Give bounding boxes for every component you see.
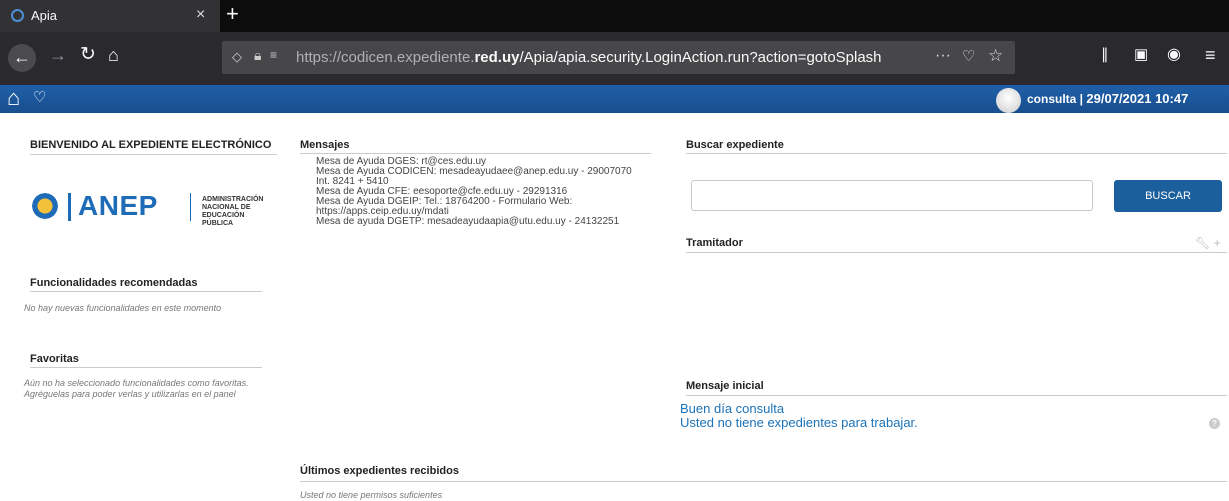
welcome-title: BIENVENIDO AL EXPEDIENTE ELECTRÓNICO — [30, 139, 272, 151]
permissions-icon[interactable]: ≡ — [270, 48, 277, 62]
tracking-shield-icon[interactable]: ◇ — [232, 49, 242, 65]
forward-button[interactable]: → — [49, 45, 67, 65]
buscar-button[interactable]: BUSCAR — [1114, 180, 1222, 212]
divider — [30, 154, 277, 155]
buscar-title: Buscar expediente — [686, 139, 784, 151]
url-text[interactable]: https://codicen.expediente.red.uy/Apia/a… — [296, 49, 882, 66]
browser-toolbar: ← → ↻ ⌂ ◇ 🔒︎ ≡ https://codicen.expedient… — [0, 32, 1229, 85]
bookmark-star-icon[interactable]: ☆ — [988, 46, 1003, 66]
anep-logo: ANEP ADMINISTRACIÓN NACIONAL DE EDUCACIÓ… — [30, 187, 264, 227]
apia-favicon-icon — [11, 9, 24, 22]
help-icon[interactable]: ? — [1209, 418, 1220, 429]
search-expediente-input[interactable] — [691, 180, 1093, 211]
account-icon[interactable]: ◉ — [1167, 45, 1181, 65]
divider — [300, 481, 1227, 482]
tab-title: Apia — [31, 8, 58, 23]
tramitador-tools-icon[interactable]: 🔧︎ + — [1195, 236, 1221, 250]
url-domain: red.uy — [474, 49, 520, 66]
sidebar-icon[interactable]: ▣ — [1134, 45, 1148, 65]
func-title: Funcionalidades recomendadas — [30, 277, 198, 289]
logo-subtitle: ADMINISTRACIÓN NACIONAL DE EDUCACIÓN PÚB… — [202, 196, 264, 227]
app-header: ⌂ ♡ consulta | 29/07/2021 10:47 — [0, 85, 1229, 113]
logo-text: ANEP — [78, 190, 158, 221]
user-info: consulta | 29/07/2021 10:47 — [1027, 91, 1188, 106]
browser-tab[interactable]: Apia × — [0, 0, 220, 32]
home-button[interactable]: ⌂ — [108, 45, 119, 65]
username: consulta | — [1027, 92, 1084, 106]
divider — [686, 153, 1227, 154]
divider — [300, 153, 651, 154]
func-empty: No hay nuevas funcionalidades en este mo… — [24, 303, 222, 313]
back-button[interactable]: ← — [8, 44, 36, 72]
logo-bar — [68, 193, 71, 221]
reload-button[interactable]: ↻ — [80, 45, 96, 65]
pocket-icon[interactable]: ♡ — [962, 47, 975, 65]
logo-separator — [190, 193, 191, 221]
favorites-heart-icon[interactable]: ♡ — [33, 88, 46, 106]
url-bar[interactable]: ◇ 🔒︎ ≡ https://codicen.expediente.red.uy… — [222, 41, 1015, 74]
mensajes-body: Mesa de Ayuda DGES: rt@ces.edu.uy Mesa d… — [316, 156, 632, 227]
sun-emblem-icon — [30, 191, 60, 221]
mensaje-inicial-title: Mensaje inicial — [686, 380, 764, 392]
divider — [30, 367, 262, 368]
url-host: https://codicen.expediente. — [296, 49, 475, 66]
mensajes-title: Mensajes — [300, 139, 350, 151]
browser-tabstrip: Apia × + — [0, 0, 1229, 32]
fav-empty: Aún no ha seleccionado funcionalidades c… — [24, 378, 249, 399]
tab-close-icon[interactable]: × — [196, 6, 205, 24]
user-avatar[interactable] — [996, 88, 1021, 113]
divider — [686, 252, 1227, 253]
datetime: 29/07/2021 10:47 — [1086, 91, 1189, 106]
divider — [686, 395, 1227, 396]
tramitador-title: Tramitador — [686, 237, 743, 249]
welcome-message: Buen día consulta Usted no tiene expedie… — [680, 402, 918, 430]
fav-title: Favoritas — [30, 353, 79, 365]
app-home-icon[interactable]: ⌂ — [7, 86, 20, 110]
welcome-line-1: Buen día consulta — [680, 401, 785, 416]
ultimos-empty: Usted no tiene permisos suficientes — [300, 490, 443, 500]
new-tab-button[interactable]: + — [226, 3, 239, 25]
ultimos-title: Últimos expedientes recibidos — [300, 465, 459, 477]
hamburger-menu-icon[interactable]: ≡ — [1205, 45, 1216, 65]
page-actions-icon[interactable]: ··· — [935, 47, 951, 65]
lock-icon[interactable]: 🔒︎ — [254, 47, 261, 64]
url-path: /Apia/apia.security.LoginAction.run?acti… — [519, 49, 882, 66]
library-icon[interactable]: ∥ — [1101, 45, 1109, 65]
welcome-line-2: Usted no tiene expedientes para trabajar… — [680, 415, 918, 430]
divider — [30, 291, 262, 292]
